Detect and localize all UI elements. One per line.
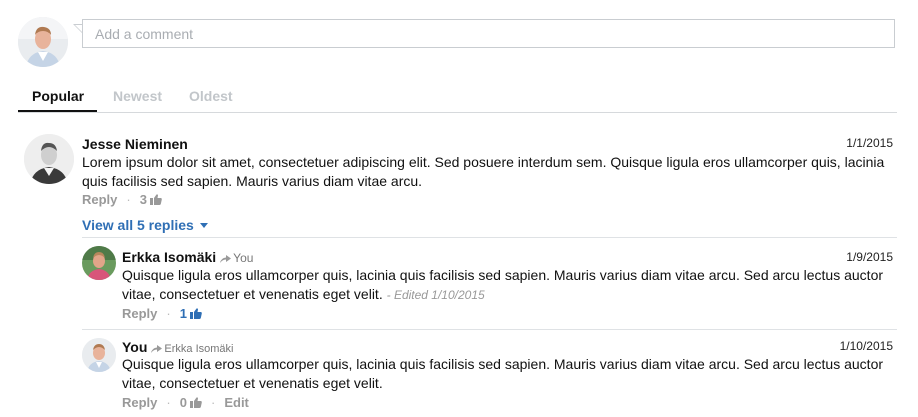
like-count: 3 [139,192,147,207]
add-comment-input[interactable] [82,19,895,48]
separator-dot: · [166,395,171,410]
edit-button[interactable]: Edit [224,395,249,410]
comment-actions: Reply · 3 [82,192,162,208]
view-replies-label: View all 5 replies [82,217,194,233]
separator-dot: · [126,192,131,207]
reply-divider [82,329,897,330]
current-user-avatar [18,17,68,67]
reply-text: Quisque ligula eros ullamcorper quis, la… [122,266,897,305]
reply-button[interactable]: Reply [122,395,157,410]
comment-author[interactable]: Jesse Nieminen [82,136,188,152]
tab-oldest[interactable]: Oldest [189,88,233,110]
reply-divider [82,237,897,238]
edited-note: - Edited 1/10/2015 [386,288,485,302]
view-all-replies-link[interactable]: View all 5 replies [82,217,208,233]
active-tab-indicator [18,110,97,112]
reply-to: You [220,251,253,265]
reply-author-name[interactable]: Erkka Isomäki [122,249,216,265]
tab-newest[interactable]: Newest [113,88,162,110]
caret-down-icon [199,223,208,228]
separator-dot: · [166,306,171,321]
reply-actions: Reply · 0 · Edit [122,395,249,411]
like-count: 1 [179,306,187,321]
reply-author: You Erkka Isomäki [122,339,233,356]
reply-author: Erkka Isomäki You [122,249,253,266]
reply-date: 1/9/2015 [846,250,893,264]
thumbs-up-icon[interactable] [189,307,202,322]
share-arrow-icon [220,252,232,266]
commenter-avatar[interactable] [24,134,74,184]
reply-author-avatar[interactable] [82,338,116,372]
reply-actions: Reply · 1 [122,306,202,322]
reply-to-name[interactable]: You [233,251,253,265]
reply-date: 1/10/2015 [839,339,893,353]
reply-to-name[interactable]: Erkka Isomäki [164,343,233,355]
comment-date: 1/1/2015 [846,136,893,150]
thumbs-up-icon[interactable] [149,193,162,208]
separator-dot: · [210,395,216,410]
tab-popular[interactable]: Popular [32,88,84,110]
sort-tabs: Popular Newest Oldest [18,88,897,113]
reply-to: Erkka Isomäki [151,343,233,355]
like-count: 0 [179,395,187,410]
reply-body: Quisque ligula eros ullamcorper quis, la… [122,267,884,302]
reply-button[interactable]: Reply [82,192,117,207]
reply-text: Quisque ligula eros ullamcorper quis, la… [122,356,884,391]
comment-text: Lorem ipsum dolor sit amet, consectetuer… [82,154,885,189]
thumbs-up-icon[interactable] [189,396,202,411]
reply-author-name[interactable]: You [122,339,147,355]
reply-author-avatar[interactable] [82,246,116,280]
reply-button[interactable]: Reply [122,306,157,321]
